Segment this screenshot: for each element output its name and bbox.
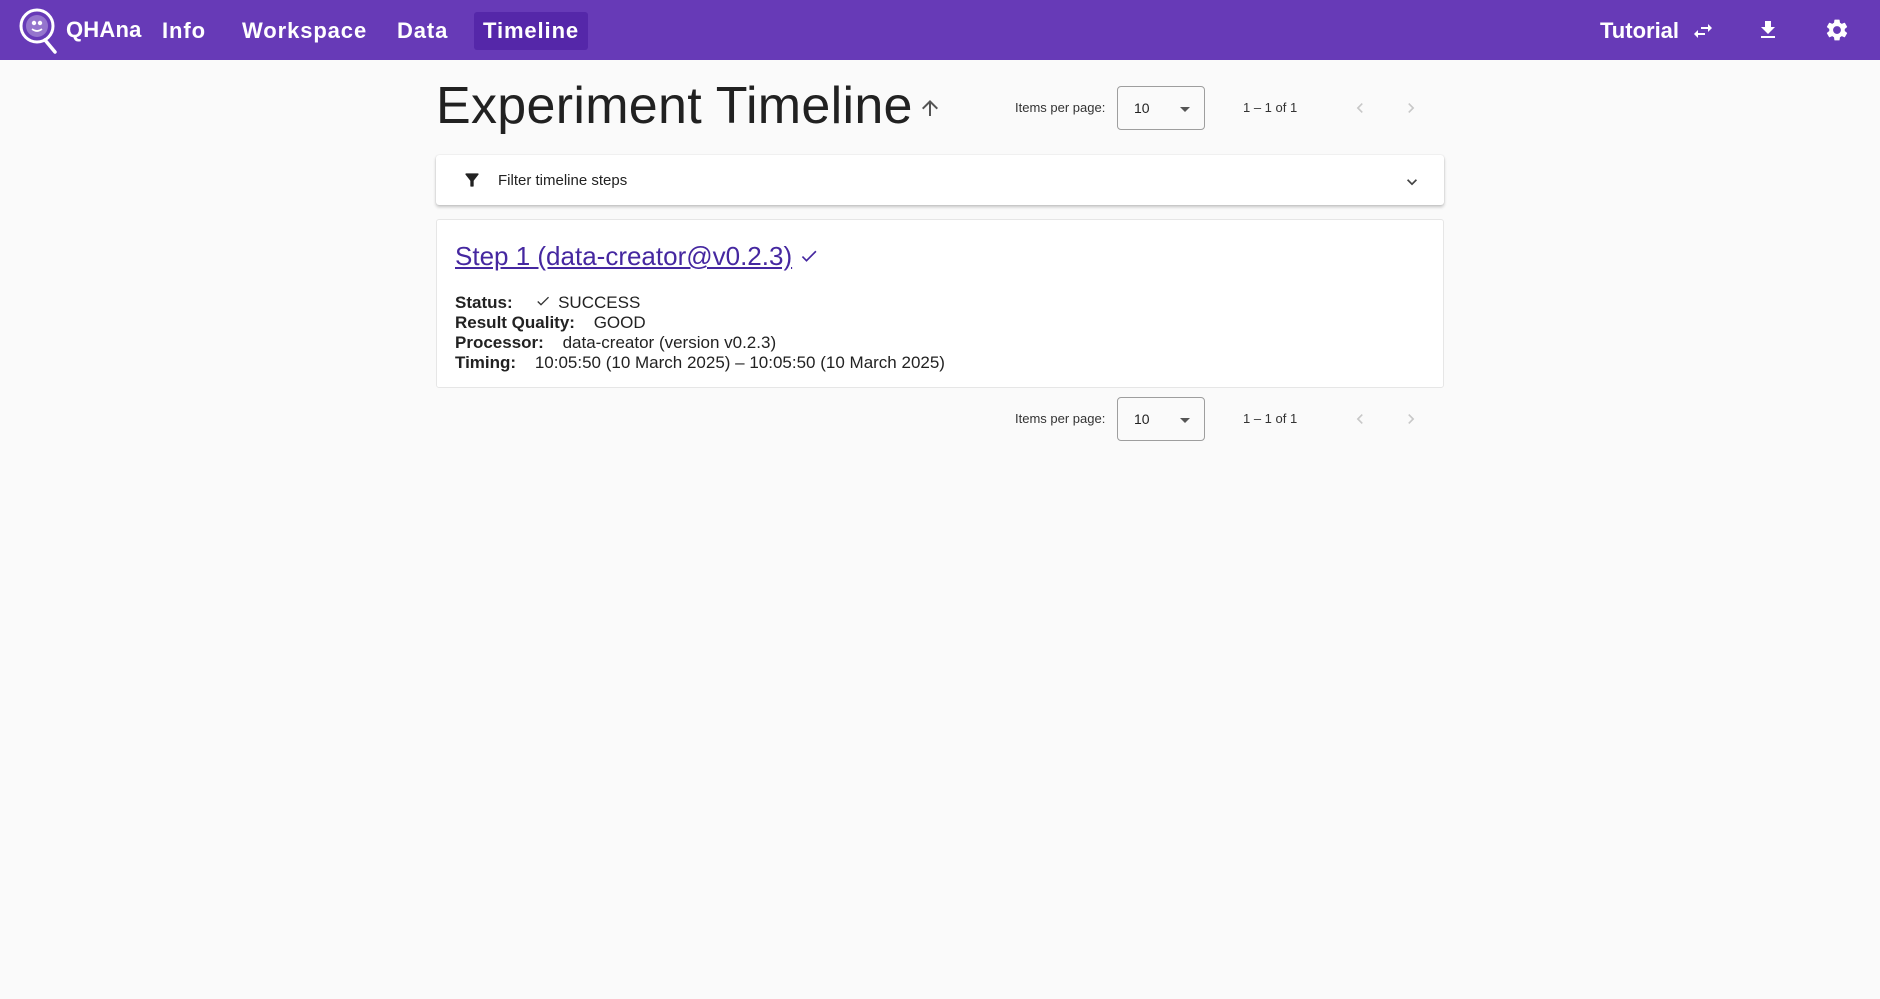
nav-info[interactable]: Info [153,12,215,50]
previous-page-button[interactable] [1348,407,1372,431]
tutorial-toggle-button[interactable]: Tutorial [1600,12,1715,50]
next-page-button[interactable] [1399,407,1423,431]
processor-row: Processor: data-creator (version v0.2.3) [455,333,776,353]
chevron-down-icon [1402,172,1422,197]
timing-row: Timing: 10:05:50 (10 March 2025) – 10:05… [455,353,945,373]
timing-label: Timing: [455,353,517,372]
step-title-link[interactable]: Step 1 (data-creator@v0.2.3) [455,241,792,272]
page-size-select[interactable]: 10 [1117,86,1205,130]
nav-data[interactable]: Data [388,12,457,50]
items-per-page-label: Items per page: [1015,411,1106,426]
page-size-value: 10 [1134,100,1150,116]
page-title: Experiment Timeline [436,77,913,135]
chevron-right-icon [1408,103,1415,113]
status-row: Status: SUCCESS [455,293,640,314]
chevron-left-icon [1356,414,1363,424]
nav-workspace[interactable]: Workspace [233,12,376,50]
top-app-bar: QHAna Info Workspace Data Timeline Tutor… [0,0,1880,60]
nav-timeline[interactable]: Timeline [474,12,589,50]
qhana-logo[interactable] [18,6,58,54]
status-value: SUCCESS [558,293,641,312]
download-button[interactable] [1752,14,1784,46]
chevron-right-icon [1408,414,1415,424]
timing-value: 10:05:50 (10 March 2025) – 10:05:50 (10 … [534,353,945,372]
settings-button[interactable] [1821,14,1853,46]
processor-value: data-creator (version v0.2.3) [562,333,777,352]
arrow-up-icon [922,100,938,116]
quality-row: Result Quality: GOOD [455,313,646,333]
filter-icon [462,170,482,195]
paginator-bottom: Items per page: 10 1 – 1 of 1 [1000,397,1444,441]
filter-expansion-panel[interactable]: Filter timeline steps [436,155,1444,205]
page-range-label: 1 – 1 of 1 [1243,100,1298,115]
download-icon [1761,21,1775,38]
paginator-top: Items per page: 10 1 – 1 of 1 [1000,86,1444,130]
brand-name: QHAna [66,17,142,42]
next-page-button[interactable] [1399,96,1423,120]
processor-label: Processor: [455,333,544,352]
page-size-select[interactable]: 10 [1117,397,1205,441]
quality-label: Result Quality: [455,313,575,332]
page-size-value: 10 [1134,411,1150,427]
items-per-page-label: Items per page: [1015,100,1106,115]
dropdown-arrow-icon [1180,107,1190,112]
dropdown-arrow-icon [1180,418,1190,423]
status-label: Status: [455,293,513,312]
sort-direction-button[interactable] [914,92,946,124]
swap-horiz-icon [1694,24,1713,38]
chevron-left-icon [1356,103,1363,113]
check-icon [799,246,819,271]
filter-label: Filter timeline steps [498,172,628,189]
status-check-icon [535,293,551,314]
page-range-label: 1 – 1 of 1 [1243,411,1298,426]
quality-value: GOOD [593,313,646,332]
previous-page-button[interactable] [1348,96,1372,120]
gear-icon [1826,19,1848,41]
tutorial-label: Tutorial [1600,18,1680,43]
timeline-step-card: Step 1 (data-creator@v0.2.3) Status: SUC… [436,219,1444,388]
